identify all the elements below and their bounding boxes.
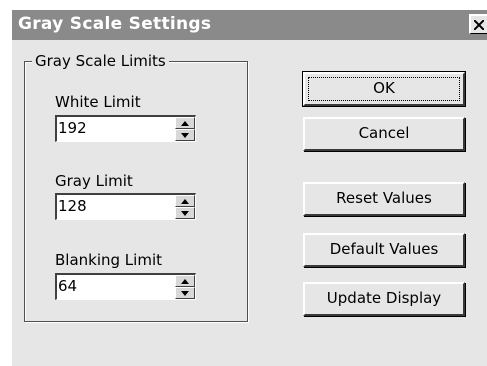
blanking-limit-label: Blanking Limit [55, 251, 162, 269]
group-legend: Gray Scale Limits [32, 52, 169, 70]
reset-values-button[interactable]: Reset Values [303, 182, 465, 216]
cancel-button-label: Cancel [358, 124, 410, 142]
blanking-limit-down-button[interactable] [175, 287, 195, 299]
update-display-button-label: Update Display [326, 289, 442, 307]
white-limit-up-button[interactable] [175, 117, 195, 129]
blanking-limit-up-button[interactable] [175, 275, 195, 287]
reset-values-button-label: Reset Values [336, 189, 432, 207]
blanking-limit-input[interactable]: 64 [58, 277, 77, 295]
arrow-up-icon [181, 121, 189, 126]
gray-limit-label: Gray Limit [55, 172, 133, 190]
ok-button-label: OK [373, 79, 395, 97]
title-bar[interactable]: Gray Scale Settings [12, 10, 487, 40]
white-limit-spinner [175, 117, 195, 141]
close-button[interactable] [469, 14, 487, 34]
arrow-up-icon [181, 279, 189, 284]
arrow-up-icon [181, 199, 189, 204]
update-display-button[interactable]: Update Display [303, 282, 465, 316]
white-limit-label: White Limit [55, 93, 141, 111]
default-values-button[interactable]: Default Values [303, 233, 465, 267]
arrow-down-icon [181, 291, 189, 296]
blanking-limit-spinner [175, 275, 195, 299]
white-limit-spinbox[interactable]: 192 [55, 115, 196, 142]
ok-button[interactable]: OK [302, 71, 466, 107]
gray-limit-input[interactable]: 128 [58, 197, 87, 215]
blanking-limit-spinbox[interactable]: 64 [55, 273, 196, 300]
close-icon [474, 20, 484, 30]
default-values-button-label: Default Values [329, 240, 439, 258]
gray-limit-up-button[interactable] [175, 195, 195, 207]
window-title: Gray Scale Settings [18, 14, 212, 34]
white-limit-input[interactable]: 192 [58, 119, 87, 137]
arrow-down-icon [181, 133, 189, 138]
gray-limit-spinbox[interactable]: 128 [55, 193, 196, 220]
arrow-down-icon [181, 211, 189, 216]
cancel-button[interactable]: Cancel [303, 117, 465, 151]
gray-limit-down-button[interactable] [175, 207, 195, 219]
gray-limit-spinner [175, 195, 195, 219]
white-limit-down-button[interactable] [175, 129, 195, 141]
